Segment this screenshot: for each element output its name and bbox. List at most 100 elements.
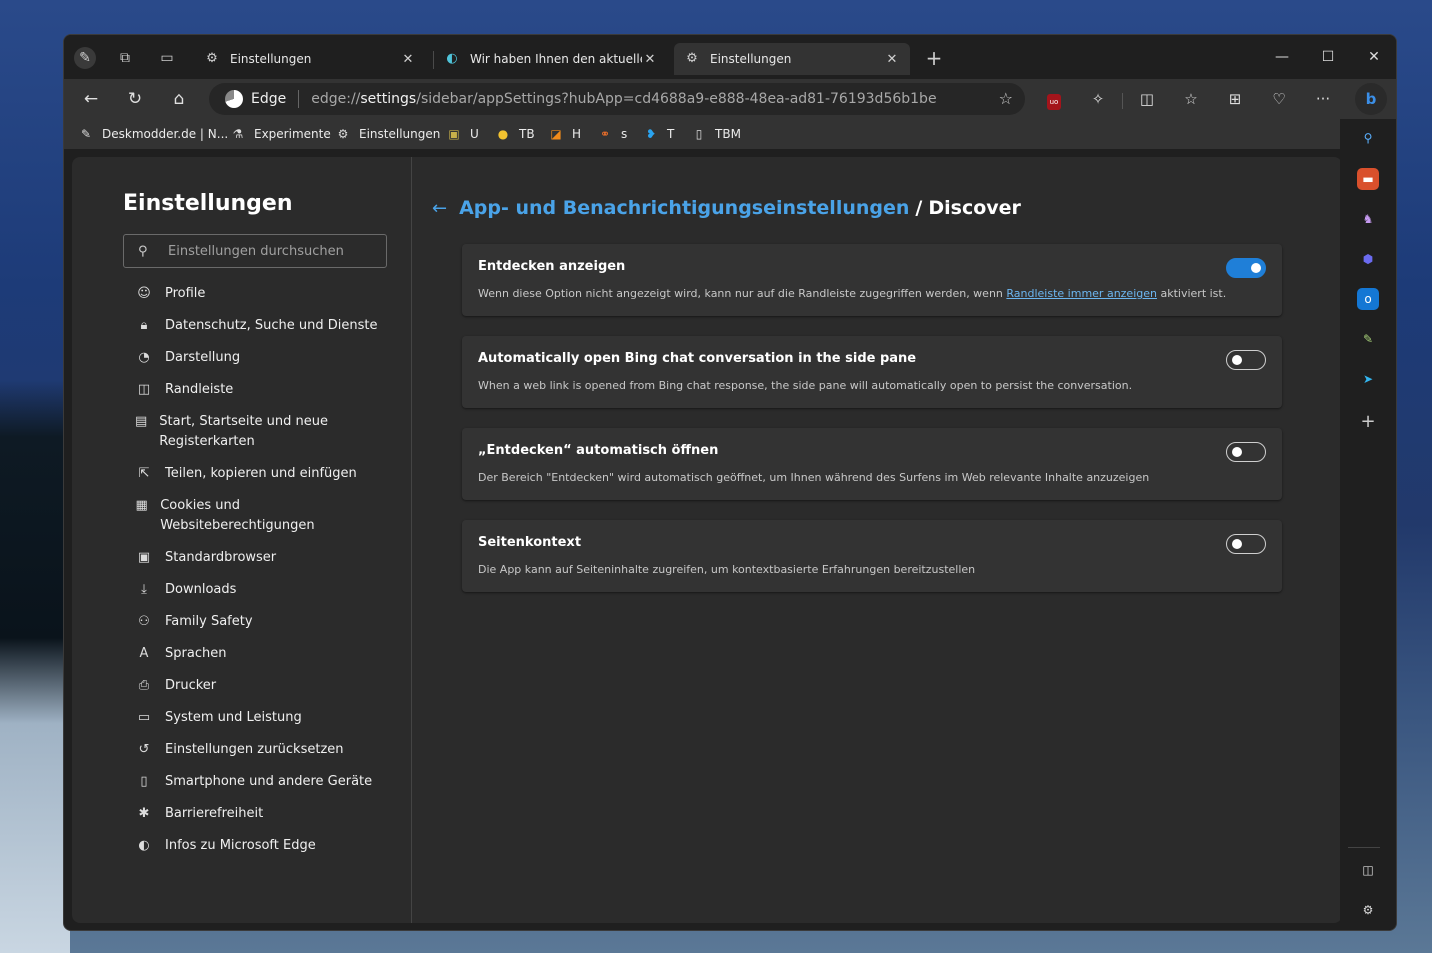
nav-item-accessibility[interactable]: ✱ Barrierefreiheit [135,804,395,824]
bookmark-u[interactable]: ▣ U [446,124,478,144]
toggle-show-discover[interactable] [1226,258,1266,278]
reset-icon: ↺ [138,742,150,757]
refresh-icon[interactable]: ↻ [122,87,148,111]
laptop-icon: ▭ [137,710,151,725]
toggle-knob [1232,539,1242,549]
breadcrumb-separator: / [915,197,923,219]
nav-item-sidebar[interactable]: ◫ Randleiste [135,380,395,400]
workspaces-icon[interactable]: ⧉ [114,47,136,69]
bookmark-deskmodder[interactable]: ✎ Deskmodder.de | N... [78,124,228,144]
bookmark-einstellungen[interactable]: ⚙ Einstellungen [335,124,441,144]
tab-1[interactable]: ⚙ Einstellungen ✕ [194,43,426,75]
bookmark-s[interactable]: ⚭ s [597,124,627,144]
bookmark-tb[interactable]: ● TB [495,124,535,144]
nav-label: Infos zu Microsoft Edge [165,838,316,853]
setting-title: Seitenkontext [478,535,582,550]
bookmark-tbm[interactable]: ▯ TBM [691,124,741,144]
outlook-icon[interactable]: o [1357,288,1379,310]
bookmark-t[interactable]: ❥ T [643,124,674,144]
toggle-knob [1232,447,1242,457]
nav-item-family[interactable]: ⚇ Family Safety [135,612,395,632]
close-icon[interactable]: ✕ [884,52,900,67]
nav-label: Standardbrowser [165,550,277,565]
nav-label: Profile [165,286,206,301]
nav-item-about[interactable]: ◐ Infos zu Microsoft Edge [135,836,395,856]
tools-icon[interactable]: ▬ [1357,168,1379,190]
printer-icon: ⎙ [138,678,150,693]
search-icon[interactable]: ⚲ [1357,127,1379,149]
bookmark-h[interactable]: ◪ H [548,124,581,144]
sidebar-icon: ◫ [137,382,151,397]
toggle-auto-open-discover[interactable] [1226,442,1266,462]
setting-card-page-context: Seitenkontext Die App kann auf Seiteninh… [462,520,1282,592]
twitter-icon: ❥ [645,127,657,141]
close-icon[interactable]: ✕ [642,52,658,67]
url-path: /sidebar/appSettings?hubApp=cd4688a9-e88… [416,91,937,107]
nav-item-reset[interactable]: ↺ Einstellungen zurücksetzen [135,740,395,760]
split-screen-icon[interactable]: ◫ [1134,87,1160,111]
sidebar-always-show-link[interactable]: Randleiste immer anzeigen [1006,287,1157,300]
bookmark-tb-icon: ● [497,127,509,141]
setting-description: Wenn diese Option nicht angezeigt wird, … [478,287,1226,300]
drop-icon[interactable]: ✎ [1357,328,1379,350]
nav-item-languages[interactable]: A Sprachen [135,644,395,664]
maximize-icon[interactable]: ☐ [1313,45,1343,69]
nav-item-profile[interactable]: ☺ Profile [135,284,395,304]
collections-icon[interactable]: ⊞ [1222,87,1248,111]
bookmark-label: T [667,127,675,141]
bookmark-experimente[interactable]: ⚗ Experimente [230,124,331,144]
favorites-icon[interactable]: ☆ [1178,87,1204,111]
minimize-icon[interactable]: — [1267,45,1297,69]
tab-3-active[interactable]: ⚙ Einstellungen ✕ [674,43,910,75]
search-input[interactable] [168,243,378,259]
address-bar[interactable]: Edge edge://settings/sidebar/appSettings… [209,83,1025,115]
gear-icon: ⚙ [686,51,698,66]
telegram-icon[interactable]: ➤ [1357,368,1379,390]
nav-item-cookies[interactable]: ▦ Cookies und Websiteberechtigungen [135,496,335,536]
nav-item-share[interactable]: ⇱ Teilen, kopieren und einfügen [135,464,395,484]
nav-item-printer[interactable]: ⎙ Drucker [135,676,395,696]
bookmark-label: s [621,127,628,141]
nav-item-phone[interactable]: ▯ Smartphone und andere Geräte [135,772,395,792]
more-menu-icon[interactable]: ··· [1310,87,1336,111]
nav-item-default-browser[interactable]: ▣ Standardbrowser [135,548,395,568]
profile-avatar-icon[interactable]: ✎ [74,47,96,69]
add-plus-icon[interactable]: + [1357,411,1379,433]
desktop-background [0,380,70,953]
nav-item-start[interactable]: ▤ Start, Startseite und neue Registerkart… [135,412,335,452]
sidebar-settings-gear-icon[interactable]: ⚙ [1357,899,1379,921]
back-arrow-icon[interactable]: ← [78,87,104,111]
new-tab-plus-icon[interactable]: + [923,47,945,69]
breadcrumb-parent-link[interactable]: App- und Benachrichtigungseinstellungen [459,197,909,219]
url-prefix: edge:// [311,91,361,107]
home-icon[interactable]: ⌂ [166,87,192,111]
favorite-star-icon[interactable]: ☆ [999,89,1013,108]
toggle-page-context[interactable] [1226,534,1266,554]
window-close-icon[interactable]: ✕ [1359,45,1389,69]
edge-icon [225,90,243,108]
toolbar: ← ↻ ⌂ Edge edge://settings/sidebar/appSe… [64,79,1396,119]
games-icon[interactable]: ♞ [1357,208,1379,230]
nav-label: Datenschutz, Suche und Dienste [165,318,378,333]
tab-actions-icon[interactable]: ▭ [156,47,178,69]
url-text[interactable]: edge://settings/sidebar/appSettings?hubA… [311,91,936,107]
extensions-icon[interactable]: ✧ [1085,87,1111,111]
ublock-extension-icon[interactable]: uo [1041,87,1067,111]
share-icon: ⇱ [138,466,150,481]
edge-icon: ◐ [446,51,458,66]
nav-item-downloads[interactable]: ⤓ Downloads [135,580,395,600]
close-icon[interactable]: ✕ [400,52,416,67]
setting-card-bing-chat-side-pane: Automatically open Bing chat conversatio… [462,336,1282,408]
tab-2[interactable]: ◐ Wir haben Ihnen den aktuellen B ✕ [434,43,668,75]
toggle-bing-chat-side-pane[interactable] [1226,350,1266,370]
nav-item-privacy[interactable]: 🔒︎ Datenschutz, Suche und Dienste [135,316,395,336]
performance-icon[interactable]: ♡ [1266,87,1292,111]
nav-item-system[interactable]: ▭ System und Leistung [135,708,395,728]
setting-title: Automatically open Bing chat conversatio… [478,351,917,366]
bing-chat-icon[interactable]: b [1355,83,1387,115]
nav-item-appearance[interactable]: ◔ Darstellung [135,348,395,368]
hide-sidebar-icon[interactable]: ◫ [1357,859,1379,881]
microsoft-365-icon[interactable]: ⬢ [1357,248,1379,270]
settings-search[interactable]: ⚲ [123,234,387,268]
back-arrow-icon[interactable]: ← [432,198,447,219]
